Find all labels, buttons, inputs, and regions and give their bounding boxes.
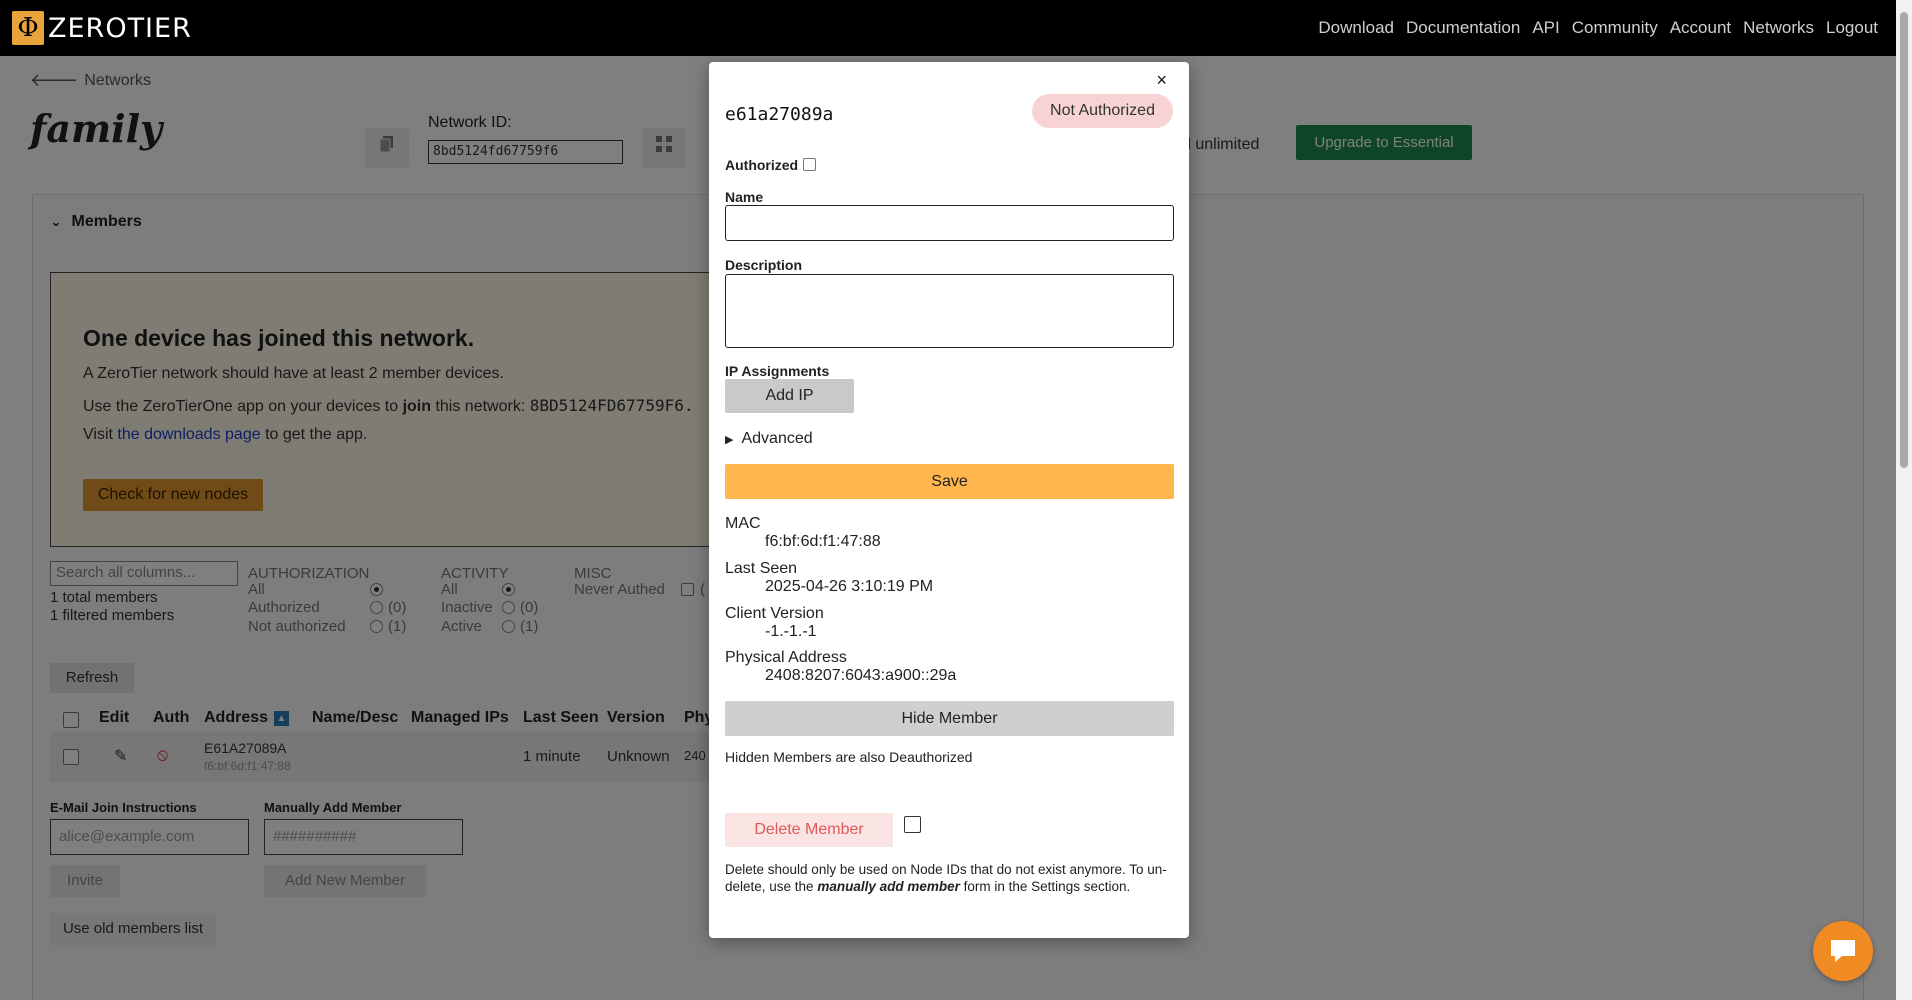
delete-note: Delete should only be used on Node IDs t…	[725, 861, 1177, 895]
nav-account[interactable]: Account	[1670, 18, 1731, 38]
zerotier-logo[interactable]: Φ ZEROTIER	[12, 10, 192, 46]
delete-member-button[interactable]: Delete Member	[725, 813, 893, 847]
nav-api[interactable]: API	[1532, 18, 1559, 38]
delete-note-emphasis: manually add member	[817, 879, 960, 894]
status-badge: Not Authorized	[1032, 94, 1173, 128]
advanced-label: Advanced	[741, 430, 813, 447]
close-icon[interactable]: ×	[1156, 70, 1167, 91]
physical-address-value: 2408:8207:6043:a900::29a	[765, 667, 957, 684]
logo-text: ZEROTIER	[48, 12, 192, 44]
ip-assignments-label: IP Assignments	[725, 363, 830, 379]
top-nav-bar: Φ ZEROTIER Download Documentation API Co…	[0, 0, 1896, 56]
last-seen-label: Last Seen	[725, 560, 798, 577]
main-nav: Download Documentation API Community Acc…	[1318, 0, 1878, 56]
nav-logout[interactable]: Logout	[1826, 18, 1878, 38]
last-seen-value: 2025-04-26 3:10:19 PM	[765, 578, 934, 595]
description-field[interactable]	[725, 274, 1174, 348]
hidden-members-note: Hidden Members are also Deauthorized	[725, 749, 973, 765]
description-label: Description	[725, 257, 803, 273]
authorized-checkbox[interactable]	[803, 158, 816, 171]
physical-address-label: Physical Address	[725, 649, 847, 666]
member-edit-modal: × e61a27089a Not Authorized Authorized N…	[709, 62, 1189, 938]
page-scrollbar[interactable]	[1896, 0, 1912, 1000]
mac-value: f6:bf:6d:f1:47:88	[765, 533, 881, 550]
nav-networks[interactable]: Networks	[1743, 18, 1814, 38]
delete-note-post: form in the Settings section.	[959, 879, 1131, 894]
advanced-toggle[interactable]: ▶ Advanced	[725, 430, 813, 448]
hide-member-button[interactable]: Hide Member	[725, 701, 1174, 736]
authorized-label: Authorized	[725, 157, 799, 173]
chat-bubble-icon	[1831, 940, 1855, 962]
caret-right-icon: ▶	[725, 434, 734, 446]
chat-widget-button[interactable]	[1813, 921, 1873, 981]
save-button[interactable]: Save	[725, 464, 1174, 499]
delete-confirm-checkbox[interactable]	[904, 816, 921, 833]
client-version-label: Client Version	[725, 605, 824, 622]
add-ip-button[interactable]: Add IP	[725, 379, 854, 413]
nav-download[interactable]: Download	[1318, 18, 1394, 38]
nav-documentation[interactable]: Documentation	[1406, 18, 1520, 38]
nav-community[interactable]: Community	[1572, 18, 1658, 38]
member-id: e61a27089a	[725, 104, 834, 125]
name-field[interactable]	[725, 205, 1174, 241]
mac-label: MAC	[725, 515, 761, 532]
scrollbar-thumb[interactable]	[1900, 12, 1908, 468]
name-label: Name	[725, 189, 764, 205]
client-version-value: -1.-1.-1	[765, 623, 817, 640]
logo-icon: Φ	[12, 11, 44, 45]
